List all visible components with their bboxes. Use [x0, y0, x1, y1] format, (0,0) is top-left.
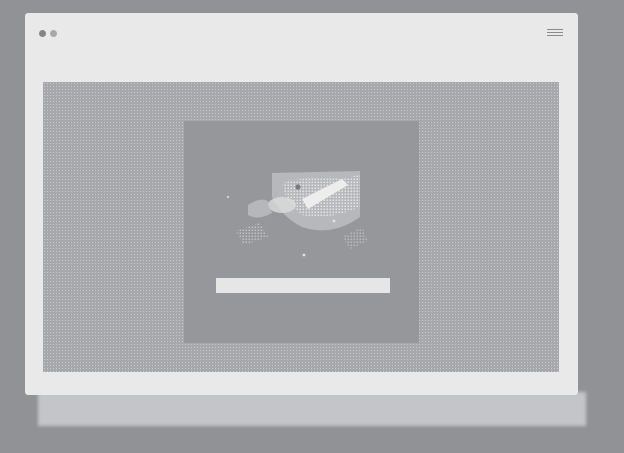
window-shadow — [38, 392, 586, 426]
abstract-photo-image — [212, 157, 392, 271]
browser-window — [25, 13, 578, 395]
menu-line — [547, 29, 563, 30]
photo-artwork — [212, 157, 392, 271]
window-dot-icon[interactable] — [50, 30, 57, 37]
media-card — [184, 121, 419, 343]
menu-line — [547, 35, 563, 36]
menu-line — [547, 32, 563, 33]
window-controls — [39, 30, 57, 37]
hamburger-menu-icon[interactable] — [547, 29, 563, 39]
window-dot-icon[interactable] — [39, 30, 46, 37]
content-stage — [43, 82, 559, 372]
content-bar[interactable] — [216, 278, 390, 293]
